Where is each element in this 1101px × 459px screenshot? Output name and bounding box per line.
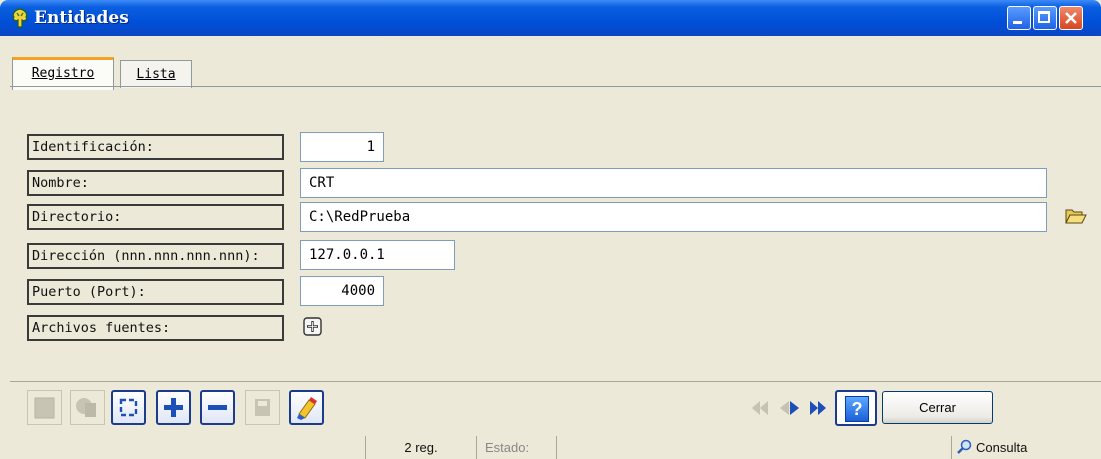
refresh-icon — [119, 398, 138, 417]
close-icon — [1065, 12, 1077, 24]
maximize-button[interactable] — [1033, 6, 1057, 30]
nombre-label: Nombre: — [27, 170, 284, 196]
search-icon — [957, 439, 972, 454]
save-button[interactable] — [245, 390, 280, 425]
clear-button[interactable] — [289, 390, 324, 425]
add-icon — [164, 398, 183, 417]
add-button[interactable] — [156, 390, 191, 425]
title-bar[interactable]: Entidades — [0, 0, 1101, 36]
status-mode: Consulta — [951, 436, 1071, 459]
entidades-window: Entidades Registro Lista Identificación:… — [0, 0, 1101, 459]
tree-app-icon — [12, 8, 28, 28]
minimize-icon — [1013, 21, 1022, 24]
copy-icon — [76, 398, 96, 417]
next-icon[interactable] — [786, 398, 804, 418]
save-icon — [255, 399, 270, 416]
puerto-label: Puerto (Port): — [27, 279, 284, 305]
tab-registro-label: Registro — [31, 66, 95, 81]
puerto-field[interactable]: 4000 — [300, 276, 384, 306]
window-title: Entidades — [34, 8, 129, 28]
first-icon[interactable] — [751, 398, 769, 418]
direccion-field[interactable]: 127.0.0.1 — [300, 240, 455, 270]
cerrar-button[interactable]: Cerrar — [882, 391, 993, 424]
status-bar: 2 reg. Estado: Consulta — [10, 436, 1101, 459]
open-folder-icon[interactable] — [1065, 207, 1087, 225]
maximize-icon — [1038, 11, 1050, 23]
remove-icon — [208, 405, 227, 410]
clear-icon — [297, 397, 317, 420]
remove-button[interactable] — [200, 390, 235, 425]
copy-button[interactable] — [70, 390, 105, 425]
archivos-label: Archivos fuentes: — [27, 315, 284, 341]
identificacion-field[interactable]: 1 — [300, 132, 384, 162]
status-estado-label: Estado: — [476, 436, 556, 459]
close-window-button[interactable] — [1059, 6, 1083, 30]
refresh-button[interactable] — [111, 390, 146, 425]
nombre-field[interactable]: CRT — [300, 168, 1047, 198]
status-records: 2 reg. — [365, 436, 476, 459]
directorio-field[interactable]: C:\RedPrueba — [300, 202, 1047, 232]
tab-lista-label: Lista — [136, 67, 176, 82]
tab-lista[interactable]: Lista — [120, 60, 192, 88]
help-icon: ? — [845, 396, 869, 422]
status-mode-label: Consulta — [976, 440, 1028, 455]
help-button[interactable]: ? — [835, 390, 877, 426]
toolbar-separator — [10, 381, 1101, 382]
directorio-label: Directorio: — [27, 204, 284, 230]
minimize-button[interactable] — [1007, 6, 1031, 30]
last-icon[interactable] — [809, 398, 827, 418]
new-button[interactable] — [27, 390, 62, 425]
identificacion-label: Identificación: — [27, 134, 284, 160]
new-icon — [34, 397, 55, 419]
add-source-file-button[interactable] — [303, 317, 322, 336]
status-estado-value — [556, 436, 951, 459]
direccion-label: Dirección (nnn.nnn.nnn.nnn): — [27, 243, 284, 269]
